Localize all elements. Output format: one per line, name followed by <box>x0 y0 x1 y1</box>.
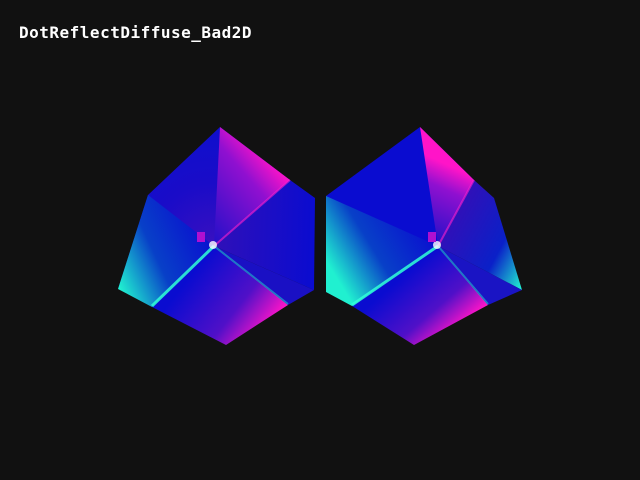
render-window: DotReflectDiffuse_Bad2D <box>0 0 640 480</box>
left-cube-center-highlight <box>209 241 217 249</box>
left-cube-center-artifact <box>197 232 205 242</box>
right-cube-center-artifact <box>428 232 436 242</box>
left-shaded-cube <box>118 127 315 345</box>
right-shaded-cube <box>326 127 522 345</box>
right-cube-center-highlight <box>433 241 441 249</box>
render-viewport <box>118 127 522 345</box>
